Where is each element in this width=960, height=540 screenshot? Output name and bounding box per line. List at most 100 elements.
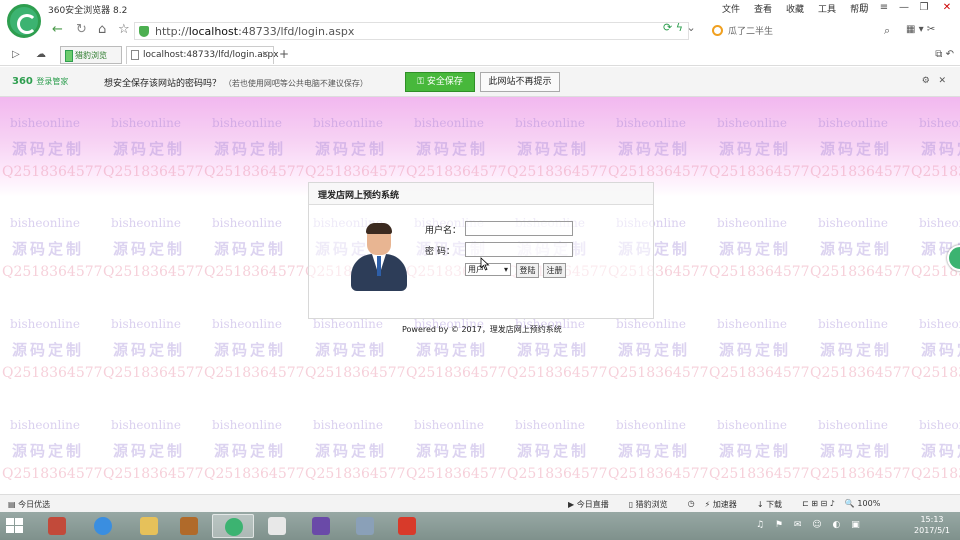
sidebar-toggle-icon[interactable]: ▷ — [12, 49, 20, 60]
watermark-text: Q2518364577 — [709, 264, 810, 280]
status-tools: ▶ 今日直播 ▯ 猎豹浏览 ◷ ⚡ 加速器 ↓ 下载 ⊏ ⊞ ⊟ ♪ 🔍 100… — [568, 499, 900, 510]
watermark-text: 源码定制 — [113, 442, 186, 460]
save-password-button[interactable]: ⚿ 安全保存 — [405, 72, 475, 92]
taskbar-app-red[interactable] — [386, 514, 428, 538]
watermark-text: 源码定制 — [416, 341, 489, 359]
taskbar-explorer[interactable] — [128, 514, 170, 538]
watermark-text: Q2518364577 — [204, 264, 305, 280]
minimize-button[interactable]: — — [894, 0, 914, 16]
taskbar-java[interactable] — [256, 514, 298, 538]
password-save-bar: 360 登录管家 想安全保存该网站的密码吗？ （若也使用网吧等公共电脑不建议保存… — [0, 67, 960, 97]
menu-view[interactable]: 查看 — [747, 2, 779, 15]
watermark-text: bisheonline — [818, 317, 888, 331]
menu-bar: 文件 查看 收藏 工具 帮助 — [715, 2, 875, 15]
infinity-icon — [312, 517, 330, 535]
address-toolbar: ← ↻ ⌂ ☆ http://localhost:48733/lfd/login… — [0, 18, 960, 44]
download-button[interactable]: ↓ 下载 — [757, 499, 792, 510]
browser-logo-icon[interactable] — [7, 4, 41, 38]
watermark-text: 源码定制 — [719, 240, 792, 258]
apps-grid-icon[interactable]: ▦ ▾ ✂ — [906, 24, 935, 35]
watermark-text: bisheonline — [212, 216, 282, 230]
watermark-text: Q2518364577 — [507, 466, 608, 482]
refresh-green-icon[interactable]: ⟳ — [663, 21, 672, 34]
taskbar-app-book[interactable] — [168, 514, 210, 538]
taskbar-vs[interactable] — [300, 514, 342, 538]
taskbar-clock[interactable]: 15:13 2017/5/1 — [908, 514, 956, 536]
watermark-text: 源码定制 — [214, 341, 287, 359]
tab-close-icon[interactable]: ✕ — [261, 50, 269, 60]
new-tab-button[interactable]: + — [279, 47, 289, 61]
lightning-icon[interactable]: ϟ — [676, 21, 683, 34]
url-text[interactable]: http://localhost:48733/lfd/login.aspx — [155, 25, 354, 38]
watermark-text: bisheonline — [212, 317, 282, 331]
login-button[interactable]: 登陆 — [516, 263, 539, 278]
search-bar[interactable]: 瓜了二半生 — [708, 22, 900, 40]
chevron-down-icon[interactable]: ⌄ — [686, 21, 695, 34]
bar-settings-icon[interactable]: ⚙ ✕ — [922, 76, 946, 86]
search-icon[interactable]: ⌕ — [884, 24, 890, 38]
cheetah-browse-button[interactable]: ▯ 猎豹浏览 — [629, 499, 678, 510]
settings-menu-icon[interactable]: ≡ — [874, 0, 894, 16]
daily-picks[interactable]: ▤ 今日优选 — [8, 499, 50, 510]
watermark-text: bisheonline — [515, 418, 585, 432]
watermark-text: bisheonline — [717, 216, 787, 230]
tab-restore-icon[interactable]: ⧉ ↶ — [935, 49, 954, 60]
watermark-text: 源码定制 — [517, 341, 590, 359]
watermark-text: Q2518364577 — [305, 365, 406, 381]
tab-secure-browsing[interactable]: 猎豹浏览 — [60, 46, 122, 64]
watermark-text: Q2518364577 — [305, 466, 406, 482]
watermark-text: bisheonline — [919, 317, 960, 331]
password-input[interactable] — [465, 242, 573, 257]
watermark-text: bisheonline — [313, 418, 383, 432]
password-manager-brand: 360 登录管家 — [12, 76, 69, 87]
watermark-text: Q2518364577 — [103, 264, 204, 280]
watermark-text: Q2518364577 — [507, 365, 608, 381]
watermark-text: Q2518364577 — [406, 466, 507, 482]
mouse-cursor-icon — [480, 257, 490, 271]
taskbar-tools[interactable] — [344, 514, 386, 538]
register-button[interactable]: 注册 — [543, 263, 566, 278]
tab-label: localhost:48733/lfd/login.aspx — [143, 50, 279, 60]
watermark-row: bisheonline bisheonline bisheonline bisheon… — [10, 418, 960, 432]
refresh-icon[interactable]: ↻ — [76, 22, 87, 37]
menu-favorites[interactable]: 收藏 — [779, 2, 811, 15]
misc-status-icons[interactable]: ⊏ ⊞ ⊟ ♪ — [802, 499, 835, 510]
close-button[interactable]: ✕ — [934, 0, 960, 16]
username-input[interactable] — [465, 221, 573, 236]
search-engine-icon — [712, 25, 723, 36]
maximize-button[interactable]: ❐ — [914, 0, 934, 16]
star-icon[interactable]: ☆ — [118, 22, 130, 37]
menu-file[interactable]: 文件 — [715, 2, 747, 15]
clock-status-icon[interactable]: ◷ — [688, 499, 695, 510]
tools-icon — [356, 517, 374, 535]
live-button[interactable]: ▶ 今日直播 — [568, 499, 619, 510]
system-tray[interactable]: ♫ ⚑ ✉ ☺ ◐ ▣ — [756, 520, 864, 530]
watermark-text: bisheonline — [919, 216, 960, 230]
home-icon[interactable]: ⌂ — [98, 22, 106, 37]
clock-date: 2017/5/1 — [914, 526, 950, 535]
app-house-icon — [48, 517, 66, 535]
page-content: bisheonline bisheonline bisheonline bisheon… — [0, 97, 960, 494]
watermark-text: bisheonline — [919, 418, 960, 432]
watermark-text: 源码定制 — [315, 442, 388, 460]
cloud-icon[interactable]: ☁ — [36, 49, 46, 60]
search-input[interactable]: 瓜了二半生 — [728, 24, 773, 37]
floating-assistant-icon[interactable] — [947, 245, 960, 271]
accelerator-button[interactable]: ⚡ 加速器 — [705, 499, 747, 510]
never-remind-button[interactable]: 此网站不再提示 — [480, 72, 560, 92]
taskbar-app-1[interactable] — [36, 514, 78, 538]
taskbar-360-browser[interactable] — [212, 514, 254, 538]
watermark-text: 源码定制 — [618, 442, 691, 460]
menu-tools[interactable]: 工具 — [811, 2, 843, 15]
taskbar-ie[interactable] — [82, 514, 124, 538]
address-field[interactable]: http://localhost:48733/lfd/login.aspx — [134, 22, 689, 40]
tab-login-page[interactable]: localhost:48733/lfd/login.aspx ✕ — [126, 46, 279, 64]
tab-bar: ▷ ☁ 猎豹浏览 localhost:48733/lfd/login.aspx … — [0, 44, 960, 66]
back-arrow-icon[interactable]: ← — [52, 22, 63, 37]
password-label: 密 码： — [425, 247, 455, 257]
zoom-level[interactable]: 🔍 100% — [845, 499, 890, 510]
watermark-text: 源码定制 — [12, 442, 85, 460]
windows-start-icon[interactable] — [6, 518, 24, 534]
skin-icon[interactable]: ▢ — [854, 0, 874, 16]
window-title: 360安全浏览器 8.2 — [48, 6, 128, 16]
